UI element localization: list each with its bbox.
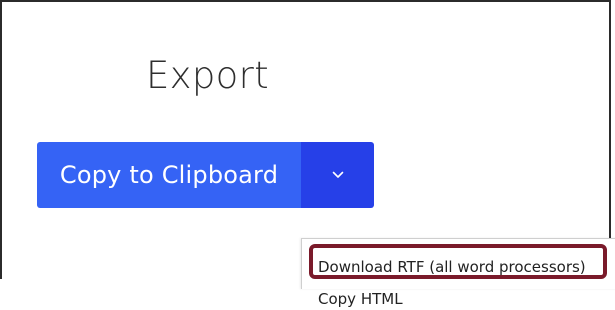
copy-to-clipboard-button[interactable]: Copy to Clipboard <box>37 142 301 208</box>
export-options-toggle-button[interactable] <box>301 142 374 208</box>
export-options-menu: Download RTF (all word processors) Copy … <box>301 238 615 308</box>
menu-item-download-rtf[interactable]: Download RTF (all word processors) <box>318 256 586 278</box>
copy-split-button: Copy to Clipboard <box>37 142 374 208</box>
chevron-down-icon <box>332 171 343 178</box>
export-title: Export <box>146 54 269 97</box>
menu-item-copy-html[interactable]: Copy HTML <box>318 288 403 310</box>
